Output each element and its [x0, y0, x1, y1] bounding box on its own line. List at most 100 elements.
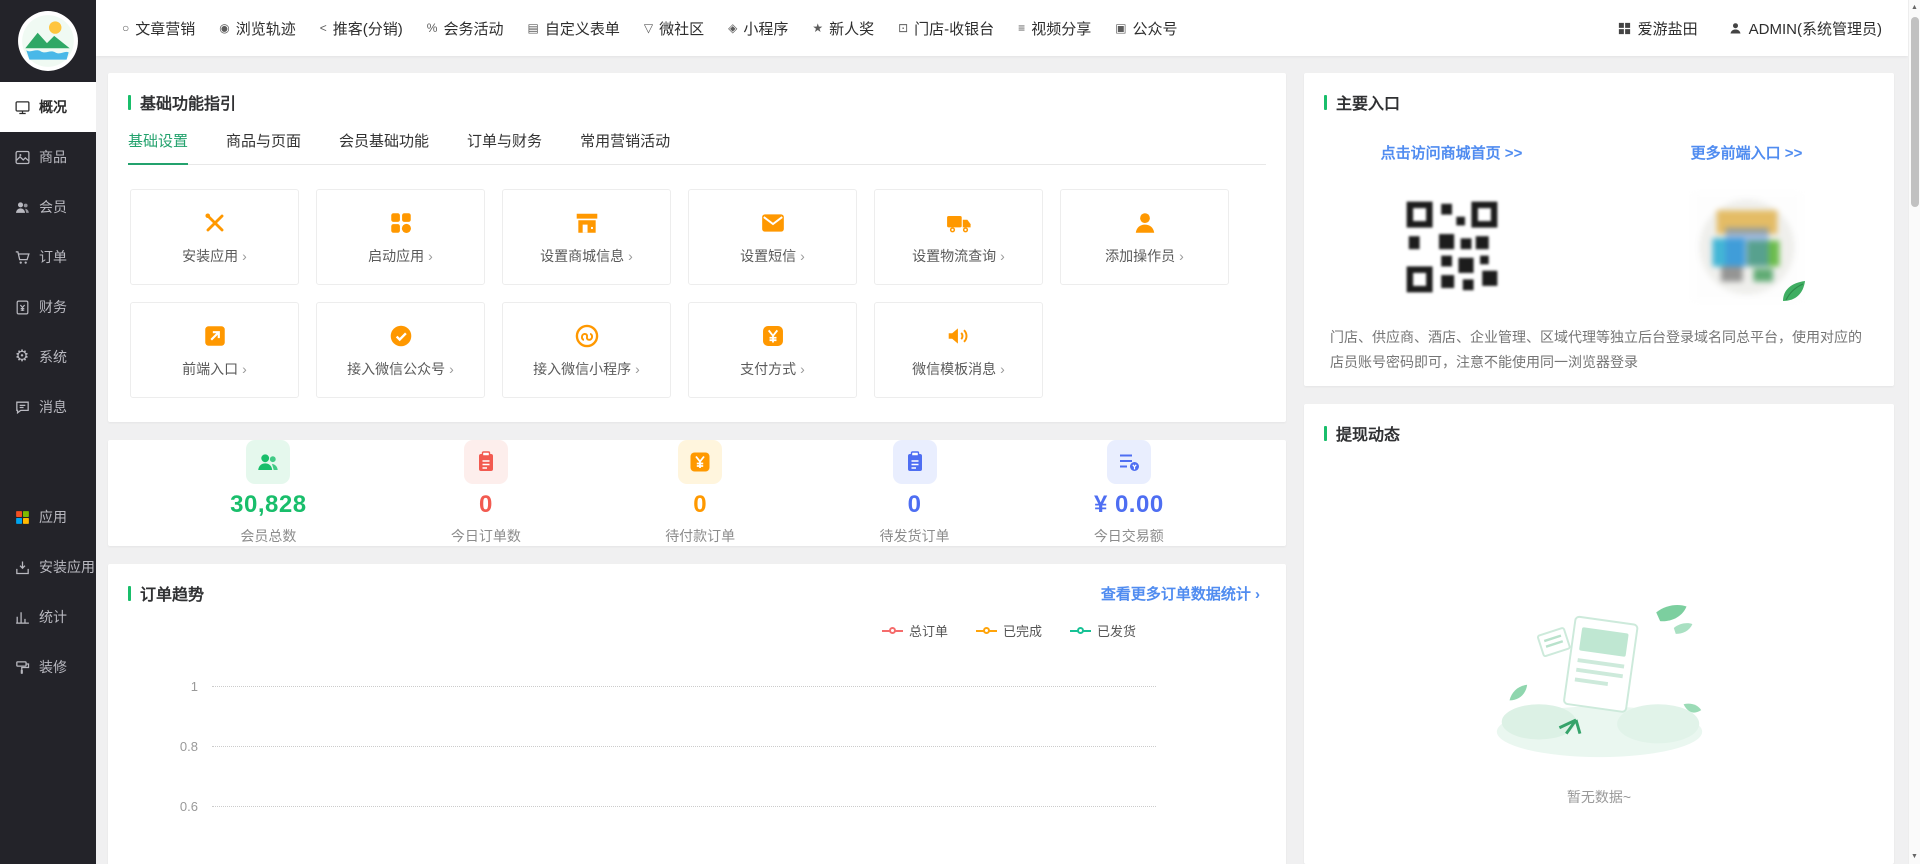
- scroll-down-arrow[interactable]: ▼: [1911, 849, 1918, 864]
- feature-mall-info[interactable]: 设置商城信息›: [502, 189, 671, 285]
- visit-mall-home-link[interactable]: 点击访问商城首页 >>: [1304, 142, 1599, 163]
- stat-total-members: 30,828 会员总数: [230, 440, 306, 546]
- feature-payment-methods[interactable]: 支付方式›: [688, 302, 857, 398]
- feature-label: 添加操作员: [1105, 246, 1175, 266]
- sidebar-item-label: 会员: [39, 197, 67, 217]
- top-navigation: ○文章营销 ◉浏览轨迹 <推客(分销) %会务活动 ▤自定义表单 ▽微社区 ◈小…: [96, 0, 1908, 56]
- topnav-item-browse-tracks[interactable]: ◉浏览轨迹: [219, 18, 296, 39]
- sidebar-item-system[interactable]: ⚙ 系统: [0, 332, 96, 382]
- admin-user-menu[interactable]: ADMIN(系统管理员): [1728, 18, 1882, 39]
- cashier-icon: ⊡: [898, 22, 908, 34]
- tab-marketing-activities[interactable]: 常用营销活动: [580, 130, 670, 164]
- feature-label: 设置商城信息: [540, 246, 624, 266]
- chevron-right-icon: ›: [800, 361, 805, 377]
- sidebar-lower-group: 应用 安装应用 统计 装修: [0, 492, 96, 692]
- withdraw-activity-card: 提现动态: [1304, 404, 1894, 864]
- feature-launch-app[interactable]: 启动应用›: [316, 189, 485, 285]
- tab-member-basics[interactable]: 会员基础功能: [339, 130, 429, 164]
- finance-icon: [13, 298, 31, 316]
- feature-label: 接入微信小程序: [533, 359, 631, 379]
- stat-label: 今日订单数: [451, 526, 521, 546]
- stats-overview-card: 30,828 会员总数 0 今日订单数 0 待付款订单 0 待发货订单: [108, 440, 1286, 546]
- feature-install-app[interactable]: 安装应用›: [130, 189, 299, 285]
- topnav-item-miniprogram[interactable]: ◈小程序: [728, 18, 788, 39]
- topnav-item-custom-forms[interactable]: ▤自定义表单: [527, 18, 619, 39]
- chevron-right-icon: ›: [242, 248, 247, 264]
- feature-wechat-official[interactable]: 接入微信公众号›: [316, 302, 485, 398]
- feature-logistics-query[interactable]: 设置物流查询›: [874, 189, 1043, 285]
- clipboard-icon: [464, 440, 508, 484]
- sidebar-item-apps[interactable]: 应用: [0, 492, 96, 542]
- sidebar-item-members[interactable]: 会员: [0, 182, 96, 232]
- scrollbar-thumb[interactable]: [1911, 17, 1919, 207]
- sidebar-item-decoration[interactable]: 装修: [0, 642, 96, 692]
- legend-item-shipped[interactable]: 已发货: [1070, 621, 1136, 640]
- site-label: 爱游盐田: [1638, 18, 1698, 39]
- topnav-item-distribution[interactable]: <推客(分销): [320, 18, 403, 39]
- guide-tabs: 基础设置 商品与页面 会员基础功能 订单与财务 常用营销活动: [128, 130, 1266, 165]
- chevron-right-icon: ›: [635, 361, 640, 377]
- user-icon: [1728, 21, 1743, 36]
- feature-label: 设置短信: [740, 246, 796, 266]
- feature-wechat-miniprogram[interactable]: 接入微信小程序›: [502, 302, 671, 398]
- form-icon: ▤: [527, 22, 538, 34]
- scroll-up-arrow[interactable]: ▲: [1911, 0, 1918, 15]
- topnav-item-official-account[interactable]: ▣公众号: [1115, 18, 1177, 39]
- site-entry-button[interactable]: 爱游盐田: [1617, 18, 1698, 39]
- feature-sms-settings[interactable]: 设置短信›: [688, 189, 857, 285]
- feature-wechat-template-msg[interactable]: 微信模板消息›: [874, 302, 1043, 398]
- goods-icon: [13, 148, 31, 166]
- topnav-item-video-share[interactable]: ≡ 视频分享: [1018, 18, 1091, 39]
- sidebar-item-goods[interactable]: 商品: [0, 132, 96, 182]
- title-accent-bar: [128, 95, 131, 110]
- nav-label: 推客(分销): [333, 18, 403, 39]
- message-icon: [13, 398, 31, 416]
- sidebar-item-overview[interactable]: 概况: [0, 82, 96, 132]
- stat-pending-payment: 0 待付款订单: [665, 440, 735, 546]
- sidebar-item-finance[interactable]: 财务: [0, 282, 96, 332]
- sidebar-item-label: 财务: [39, 297, 67, 317]
- stat-value: 0: [908, 491, 922, 519]
- qr-code-mall-home: [1398, 193, 1506, 301]
- legend-item-completed[interactable]: 已完成: [976, 621, 1042, 640]
- link-icon: %: [427, 22, 438, 34]
- topnav-item-store-cashier[interactable]: ⊡门店-收银台: [898, 18, 994, 39]
- stat-pending-shipment: 0 待发货订单: [880, 440, 950, 546]
- order-trend-chart: 1 0.8 0.6: [108, 674, 1286, 854]
- topbar-right: 爱游盐田 ADMIN(系统管理员): [1617, 18, 1882, 39]
- gridline: [212, 686, 1156, 687]
- sidebar-item-orders[interactable]: 订单: [0, 232, 96, 282]
- sidebar: 概况 商品 会员 订单 财务 ⚙ 系统: [0, 0, 96, 864]
- nav-label: 视频分享: [1031, 18, 1091, 39]
- tools-icon: [202, 209, 228, 237]
- order-trend-card: 订单趋势 查看更多订单数据统计 › 总订单 已完成 已发货: [108, 564, 1286, 864]
- topnav-item-article-marketing[interactable]: ○文章营销: [122, 18, 195, 39]
- stat-label: 待付款订单: [665, 526, 735, 546]
- sidebar-item-label: 订单: [39, 247, 67, 267]
- chevron-right-icon: ›: [1000, 248, 1005, 264]
- feature-add-operator[interactable]: 添加操作员›: [1060, 189, 1229, 285]
- entrance-card-title: 主要入口: [1336, 90, 1400, 114]
- sidebar-item-statistics[interactable]: 统计: [0, 592, 96, 642]
- stat-label: 今日交易额: [1094, 526, 1164, 546]
- sidebar-item-install-apps[interactable]: 安装应用: [0, 542, 96, 592]
- guide-card-title: 基础功能指引: [140, 90, 236, 114]
- sidebar-item-messages[interactable]: 消息: [0, 382, 96, 432]
- stat-value: 0: [479, 491, 493, 519]
- person-icon: [1132, 209, 1158, 237]
- more-order-stats-link[interactable]: 查看更多订单数据统计 ›: [1101, 583, 1260, 604]
- more-frontend-entries-link[interactable]: 更多前端入口 >>: [1599, 142, 1894, 163]
- tab-orders-finance[interactable]: 订单与财务: [467, 130, 542, 164]
- topnav-item-conference-activities[interactable]: %会务活动: [427, 18, 504, 39]
- feature-frontend-entry[interactable]: 前端入口›: [130, 302, 299, 398]
- official-account-icon: ▣: [1115, 22, 1126, 34]
- page-scrollbar[interactable]: ▲ ▼: [1908, 0, 1920, 864]
- legend-item-total-orders[interactable]: 总订单: [882, 621, 948, 640]
- tab-goods-pages[interactable]: 商品与页面: [226, 130, 301, 164]
- tab-basic-settings[interactable]: 基础设置: [128, 130, 188, 165]
- withdraw-card-title: 提现动态: [1336, 421, 1400, 445]
- video-list-icon: ≡: [1018, 22, 1025, 34]
- yen-pay-icon: [760, 322, 786, 350]
- topnav-item-newcomer-award[interactable]: ★新人奖: [812, 18, 874, 39]
- topnav-item-micro-community[interactable]: ▽微社区: [644, 18, 704, 39]
